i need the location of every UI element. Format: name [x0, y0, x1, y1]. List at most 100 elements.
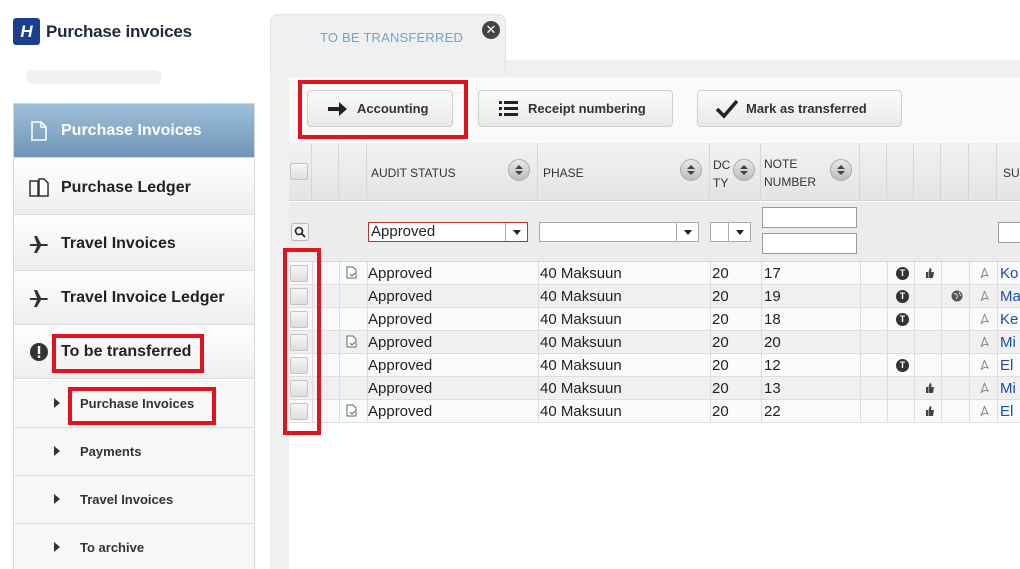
table-row[interactable]: Approved 40 Maksuun 20 18 T Ke — [289, 308, 1020, 331]
chevron-down-icon — [728, 223, 750, 241]
accounting-button[interactable]: Accounting — [307, 90, 453, 127]
header-audit-status[interactable]: AUDIT STATUS — [367, 143, 538, 201]
header-cell — [339, 143, 367, 201]
close-icon[interactable]: ✕ — [482, 21, 500, 39]
doc-type-cell: 20 — [712, 311, 729, 328]
sidebar-subitem-label: Payments — [80, 444, 142, 459]
select-all-checkbox[interactable] — [290, 163, 308, 180]
row-checkbox[interactable] — [290, 380, 308, 397]
column-divider — [997, 262, 998, 423]
sidebar-item-travel-invoices[interactable]: Travel Invoices — [14, 217, 254, 271]
header-cell — [941, 143, 969, 201]
note-number-cell: 12 — [764, 357, 781, 374]
header-phase[interactable]: PHASE — [538, 143, 710, 201]
pdf-icon[interactable] — [979, 312, 990, 330]
invoice-grid: AUDIT STATUS PHASE DC TY NOTE NUMBER SU — [289, 143, 1020, 569]
table-row[interactable]: Approved 40 Maksuun 20 17 T Ko — [289, 262, 1020, 285]
header-label: NOTE — [764, 157, 798, 171]
header-cell — [312, 143, 339, 201]
supplier-link[interactable]: El — [1000, 354, 1013, 377]
t-badge-icon: T — [896, 359, 909, 372]
header-supplier[interactable]: SU — [997, 143, 1020, 201]
row-checkbox[interactable] — [290, 265, 308, 282]
supplier-link[interactable]: El — [1000, 400, 1013, 423]
header-note-number[interactable]: NOTE NUMBER — [761, 143, 860, 201]
note-number-from-input[interactable] — [762, 207, 857, 228]
supplier-link[interactable]: Ma — [1000, 285, 1020, 308]
search-icon[interactable] — [291, 223, 309, 241]
t-badge-icon: T — [896, 290, 909, 303]
note-number-cell: 18 — [764, 311, 781, 328]
audit-status-cell: Approved — [368, 311, 433, 328]
sidebar-subitem-travel-invoices[interactable]: Travel Invoices — [14, 476, 254, 524]
sidebar-subitem-to-archive[interactable]: To archive — [14, 524, 254, 569]
header-label: NUMBER — [764, 175, 817, 189]
pdf-icon[interactable] — [979, 335, 990, 353]
row-checkbox[interactable] — [290, 403, 308, 420]
sidebar-item-purchase-invoices[interactable]: Purchase Invoices — [14, 104, 254, 158]
supplier-link[interactable]: Mi — [1000, 377, 1016, 400]
supplier-link[interactable]: Ke — [1000, 308, 1018, 331]
sidebar-item-purchase-ledger[interactable]: Purchase Ledger — [14, 161, 254, 215]
doc-type-cell: 20 — [712, 403, 729, 420]
column-divider — [941, 262, 942, 423]
pdf-icon[interactable] — [979, 289, 990, 307]
audit-status-cell: Approved — [368, 380, 433, 397]
table-row[interactable]: Approved 40 Maksuun 20 19 T Ma — [289, 285, 1020, 308]
row-checkbox[interactable] — [290, 334, 308, 351]
exclamation-icon — [28, 341, 50, 363]
row-checkbox[interactable] — [290, 311, 308, 328]
mark-as-transferred-button[interactable]: Mark as transferred — [697, 90, 902, 127]
sort-icon[interactable] — [830, 159, 852, 181]
sort-icon[interactable] — [680, 159, 702, 181]
app-logo: H — [13, 18, 40, 45]
sidebar-subitem-payments[interactable]: Payments — [14, 428, 254, 476]
header-doc-type[interactable]: DC TY — [710, 143, 761, 201]
user-name-redacted — [26, 70, 162, 84]
column-divider — [312, 262, 313, 423]
sidebar-subitem-label: To archive — [80, 540, 145, 555]
sort-icon[interactable] — [733, 159, 755, 181]
supplier-link[interactable]: Mi — [1000, 331, 1016, 354]
sidebar-item-to-be-transferred[interactable]: To be transferred — [14, 325, 254, 379]
doc-type-filter[interactable] — [710, 222, 751, 242]
phase-cell: 40 Maksuun — [540, 311, 622, 328]
header-cell — [969, 143, 997, 201]
tab-strip: TO BE TRANSFERRED ✕ — [270, 14, 1020, 74]
column-divider — [339, 262, 340, 423]
column-divider — [969, 262, 970, 423]
airplane-icon — [28, 287, 50, 309]
receipt-numbering-button[interactable]: Receipt numbering — [478, 90, 673, 127]
phase-cell: 40 Maksuun — [540, 288, 622, 305]
thumbs-up-icon — [925, 404, 935, 422]
pdf-icon[interactable] — [979, 381, 990, 399]
note-number-cell: 13 — [764, 380, 781, 397]
header-label: AUDIT STATUS — [371, 166, 456, 180]
pdf-icon[interactable] — [979, 404, 990, 422]
table-row[interactable]: Approved 40 Maksuun 20 12 T El — [289, 354, 1020, 377]
audit-status-filter[interactable]: Approved — [368, 222, 528, 242]
row-checkbox[interactable] — [290, 357, 308, 374]
table-row[interactable]: Approved 40 Maksuun 20 13 Mi — [289, 377, 1020, 400]
thumbs-up-icon — [925, 381, 935, 399]
row-checkbox[interactable] — [290, 288, 308, 305]
mark-as-transferred-label: Mark as transferred — [746, 101, 867, 116]
documents-icon — [28, 177, 50, 199]
pdf-icon[interactable] — [979, 266, 990, 284]
phase-filter[interactable] — [539, 222, 699, 242]
caret-right-icon — [54, 446, 60, 456]
table-row[interactable]: Approved 40 Maksuun 20 20 Mi — [289, 331, 1020, 354]
table-row[interactable]: Approved 40 Maksuun 20 22 El — [289, 400, 1020, 423]
note-number-cell: 20 — [764, 334, 781, 351]
sidebar-subitem-purchase-invoices[interactable]: Purchase Invoices — [14, 380, 254, 428]
sidebar-item-travel-invoice-ledger[interactable]: Travel Invoice Ledger — [14, 271, 254, 325]
audit-status-cell: Approved — [368, 403, 433, 420]
note-number-to-input[interactable] — [762, 233, 857, 254]
supplier-filter-input[interactable] — [998, 222, 1020, 243]
sort-icon[interactable] — [508, 159, 530, 181]
doc-type-cell: 20 — [712, 357, 729, 374]
tab-to-be-transferred[interactable]: TO BE TRANSFERRED ✕ — [270, 14, 506, 74]
pdf-icon[interactable] — [979, 358, 990, 376]
supplier-link[interactable]: Ko — [1000, 262, 1018, 285]
document-icon — [346, 335, 357, 353]
